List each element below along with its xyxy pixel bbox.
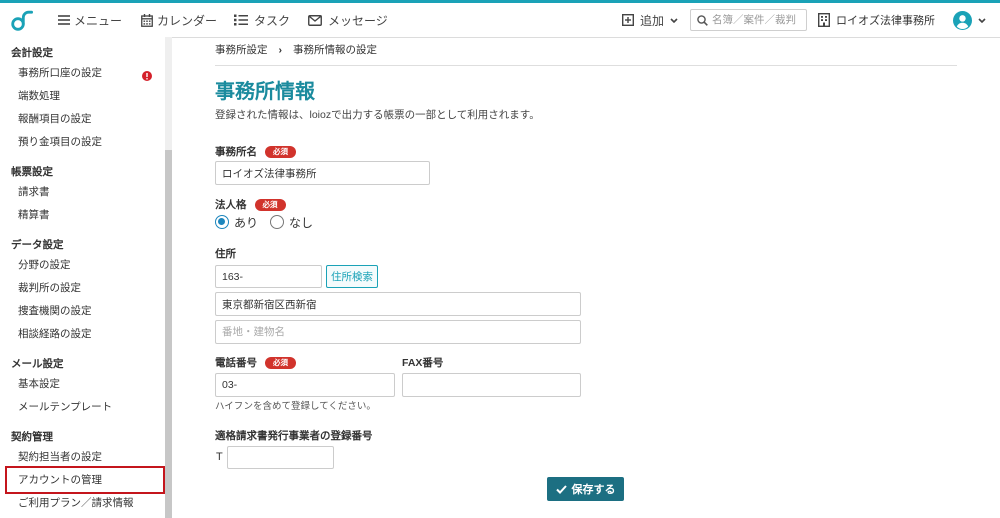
envelope-icon [308,14,322,26]
sidebar-section-accounting: 会計設定 事務所口座の設定 端数処理 報酬項目の設定 預り金項目の設定 [0,44,165,154]
breadcrumb-divider [215,65,957,66]
sidebar-heading-mail: メール設定 [11,358,64,370]
nav-menu[interactable]: メニュー [58,3,122,37]
sidebar-item-rounding[interactable]: 端数処理 [0,85,165,108]
calendar-icon [141,13,153,27]
phone-field-label: 電話番号 必須 [215,356,296,370]
breadcrumb-current: 事務所情報の設定 [293,44,377,56]
invoice-registration-label: 適格請求書発行事業者の登録番号 [215,430,373,442]
plus-square-icon [622,14,634,26]
office-name-field-label: 事務所名 必須 [215,145,296,159]
invoice-prefix: T [216,451,223,463]
nav-message-label: メッセージ [328,13,388,28]
top-header: メニュー カレンダー タスク メッセージ 追加 名簿／案件／裁判 ロイオズ法律事… [0,3,1000,38]
sidebar-heading-accounting: 会計設定 [11,47,53,59]
corporate-status-field-label: 法人格 必須 [215,198,286,212]
search-icon [697,14,708,26]
sidebar-section-data: データ設定 分野の設定 裁判所の設定 捜査機関の設定 相談経路の設定 [0,236,165,346]
corporate-status-radio-group: あり なし [215,214,313,230]
sidebar-heading-contract: 契約管理 [11,431,53,443]
postal-code-input[interactable] [215,265,322,288]
page-description: 登録された情報は、loiozで出力する帳票の一部として利用されます。 [215,109,540,121]
phone-hint: ハイフンを含めて登録してください。 [215,401,376,412]
sidebar-item-fields[interactable]: 分野の設定 [0,254,165,277]
address-search-button[interactable]: 住所検索 [326,265,378,288]
sidebar-item-investigative-agencies[interactable]: 捜査機関の設定 [0,300,165,323]
phone-label: 電話番号 [215,357,257,369]
settings-sidebar: 会計設定 事務所口座の設定 端数処理 報酬項目の設定 預り金項目の設定 帳票設定… [0,37,165,518]
list-icon [234,14,248,26]
building-icon [818,13,830,27]
radio-option-yes[interactable]: あり [215,214,258,231]
required-badge: 必須 [254,199,286,211]
radio-label: なし [289,215,314,230]
sidebar-item-settlement[interactable]: 精算書 [0,204,165,227]
page-title: 事務所情報 [215,81,315,103]
breadcrumb-separator: › [278,44,283,56]
sidebar-heading-data: データ設定 [11,239,64,251]
office-name-label: 事務所名 [215,146,257,158]
save-label: 保存する [571,484,616,496]
office-switcher[interactable]: ロイオズ法律事務所 [818,3,935,37]
sidebar-item-plan-billing[interactable]: ご利用プラン／請求情報 [0,492,165,515]
chevron-down-icon [978,17,986,23]
radio-button[interactable] [215,215,229,229]
invoice-registration-field-label: 適格請求書発行事業者の登録番号 [215,429,373,443]
phone-input[interactable] [215,373,395,397]
address-label: 住所 [215,248,236,260]
fax-input[interactable] [402,373,581,397]
sidebar-item-office-bank-account[interactable]: 事務所口座の設定 [0,62,165,85]
nav-calendar[interactable]: カレンダー [141,3,217,37]
chevron-down-icon [670,17,678,23]
sidebar-item-mail-basic[interactable]: 基本設定 [0,373,165,396]
hamburger-icon [58,15,70,25]
user-avatar-icon [953,10,972,30]
radio-label: あり [234,215,259,230]
breadcrumb-office-settings[interactable]: 事務所設定 [215,43,268,57]
sidebar-item-deposit-items[interactable]: 預り金項目の設定 [0,131,165,154]
sidebar-item-consultation-routes[interactable]: 相談経路の設定 [0,323,165,346]
address-field-label: 住所 [215,247,236,261]
nav-task[interactable]: タスク [234,3,290,37]
office-name: ロイオズ法律事務所 [836,15,935,27]
sidebar-item-invoice[interactable]: 請求書 [0,181,165,204]
nav-message[interactable]: メッセージ [308,3,388,37]
sidebar-section-contract: 契約管理 契約担当者の設定 アカウントの管理 ご利用プラン／請求情報 [0,428,165,515]
sidebar-heading-documents: 帳票設定 [11,166,53,178]
sidebar-section-documents: 帳票設定 請求書 精算書 [0,163,165,227]
alert-icon [142,67,152,81]
sidebar-item-fee-items[interactable]: 報酬項目の設定 [0,108,165,131]
address-line1-input[interactable] [215,292,581,316]
fax-label: FAX番号 [402,357,444,369]
add-dropdown[interactable]: 追加 [622,3,678,37]
office-name-input[interactable] [215,161,430,185]
radio-option-no[interactable]: なし [270,214,313,231]
fax-field-label: FAX番号 [402,356,443,370]
add-label: 追加 [640,13,665,28]
corporate-status-label: 法人格 [215,199,247,211]
user-menu[interactable] [953,3,986,37]
invoice-registration-input[interactable] [227,446,334,469]
nav-menu-label: メニュー [74,13,123,28]
sidebar-scroll-thumb[interactable] [165,150,172,518]
address-line2-input[interactable] [215,320,581,344]
required-badge: 必須 [265,357,296,369]
search-box [690,9,807,31]
nav-calendar-label: カレンダー [157,13,218,28]
sidebar-item-account-management[interactable]: アカウントの管理 [0,466,165,494]
loioz-logo-icon[interactable] [10,8,34,32]
sidebar-item-courts[interactable]: 裁判所の設定 [0,277,165,300]
sidebar-item-mail-templates[interactable]: メールテンプレート [0,396,165,419]
check-icon [555,484,567,494]
nav-task-label: タスク [254,13,291,28]
save-button[interactable]: 保存する [547,477,624,501]
radio-button[interactable] [270,215,285,229]
sidebar-item-label: 事務所口座の設定 [18,67,102,79]
required-badge: 必須 [265,146,296,158]
sidebar-scrollbar[interactable] [165,37,172,518]
sidebar-section-mail: メール設定 基本設定 メールテンプレート [0,355,165,419]
breadcrumb: 事務所設定 › 事務所情報の設定 [215,43,377,57]
